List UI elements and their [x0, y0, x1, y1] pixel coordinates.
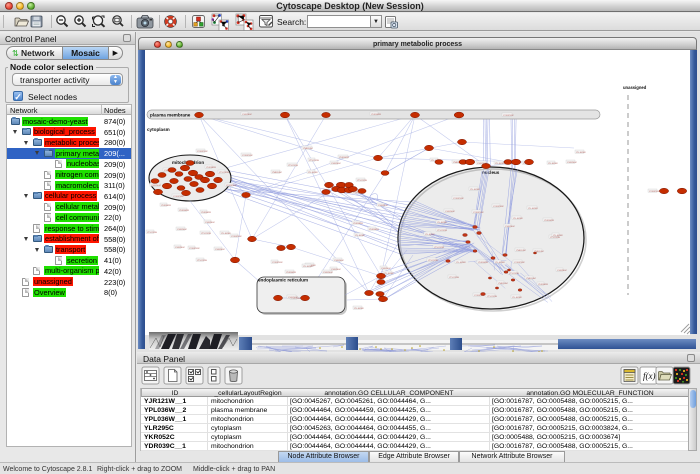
svg-text:YPL220W: YPL220W — [219, 172, 230, 174]
svg-text:YDR342R: YDR342R — [339, 157, 349, 159]
svg-text:YGR240C: YGR240C — [334, 260, 344, 262]
svg-text:YLL045W: YLL045W — [495, 262, 506, 264]
svg-text:YGR240C: YGR240C — [323, 272, 333, 274]
svg-text:YLL045W: YLL045W — [437, 222, 448, 224]
svg-text:YGR240C: YGR240C — [557, 270, 567, 272]
svg-text:YDR342R: YDR342R — [544, 220, 554, 222]
svg-text:YLL045W: YLL045W — [576, 152, 587, 154]
svg-text:YLL045W: YLL045W — [553, 235, 564, 237]
svg-text:YPL220W: YPL220W — [309, 160, 320, 162]
svg-text:YOR374W: YOR374W — [231, 236, 242, 238]
svg-text:YDR342R: YDR342R — [538, 284, 548, 286]
svg-text:YMR105C: YMR105C — [303, 148, 314, 150]
svg-text:YGR240C: YGR240C — [151, 185, 161, 187]
svg-text:YGR240C: YGR240C — [331, 269, 341, 271]
svg-text:YOR374W: YOR374W — [272, 262, 283, 264]
svg-text:YOR374W: YOR374W — [514, 262, 525, 264]
svg-text:YPL220W: YPL220W — [428, 260, 439, 262]
svg-text:YOR374W: YOR374W — [189, 248, 200, 250]
svg-text:YPL220W: YPL220W — [449, 277, 460, 279]
svg-text:YOR374W: YOR374W — [503, 115, 514, 117]
svg-text:YDR342R: YDR342R — [206, 167, 216, 169]
svg-text:YGR240C: YGR240C — [505, 226, 515, 228]
svg-text:cytoplasm: cytoplasm — [147, 127, 170, 132]
svg-text:YGR240C: YGR240C — [378, 205, 388, 207]
svg-text:YOR374W: YOR374W — [242, 155, 253, 157]
svg-text:YPL220W: YPL220W — [550, 237, 561, 239]
svg-text:YLL045W: YLL045W — [354, 308, 365, 310]
svg-text:YLL045W: YLL045W — [456, 262, 467, 264]
svg-text:YMR105C: YMR105C — [516, 250, 527, 252]
svg-text:YLL045W: YLL045W — [528, 208, 539, 210]
svg-text:YLL045W: YLL045W — [355, 235, 366, 237]
svg-text:YPL220W: YPL220W — [197, 260, 208, 262]
svg-text:YDR342R: YDR342R — [478, 262, 488, 264]
svg-text:YLL045W: YLL045W — [512, 297, 523, 299]
svg-text:YPL220W: YPL220W — [487, 296, 498, 298]
svg-text:YPL220W: YPL220W — [357, 180, 368, 182]
svg-text:YLL045W: YLL045W — [384, 273, 395, 275]
svg-text:YLL045W: YLL045W — [495, 163, 506, 165]
svg-text:YGR240C: YGR240C — [381, 268, 391, 270]
svg-text:YLL045W: YLL045W — [221, 233, 232, 235]
svg-text:YDR342R: YDR342R — [161, 205, 171, 207]
svg-text:YOR374W: YOR374W — [197, 151, 208, 153]
svg-text:YMR105C: YMR105C — [272, 172, 283, 174]
svg-text:YDR342R: YDR342R — [201, 212, 211, 214]
svg-text:YOR374W: YOR374W — [453, 198, 464, 200]
svg-text:YOR374W: YOR374W — [473, 212, 484, 214]
svg-text:YOR374W: YOR374W — [649, 191, 660, 193]
svg-text:YPL220W: YPL220W — [434, 247, 445, 249]
svg-text:YOR374W: YOR374W — [493, 206, 504, 208]
svg-text:YGR240C: YGR240C — [205, 222, 215, 224]
svg-text:YMR105C: YMR105C — [526, 278, 537, 280]
svg-text:f(x): f(x) — [643, 371, 656, 381]
svg-text:YGR240C: YGR240C — [445, 211, 455, 213]
svg-text:YPL220W: YPL220W — [201, 233, 212, 235]
svg-text:YPL220W: YPL220W — [437, 230, 448, 232]
svg-text:YLL045W: YLL045W — [425, 234, 436, 236]
svg-text:YOR374W: YOR374W — [173, 196, 184, 198]
svg-text:YGR240C: YGR240C — [567, 162, 577, 164]
svg-text:YLL045W: YLL045W — [308, 172, 319, 174]
svg-text:YDR342R: YDR342R — [369, 229, 379, 231]
svg-text:plasma membrane: plasma membrane — [150, 113, 191, 118]
svg-text:endoplasmic reticulum: endoplasmic reticulum — [258, 278, 308, 283]
svg-text:YPL220W: YPL220W — [288, 165, 299, 167]
svg-text:YOR374W: YOR374W — [226, 185, 237, 187]
svg-text:YPL220W: YPL220W — [147, 232, 158, 234]
svg-text:YGR240C: YGR240C — [242, 114, 252, 116]
svg-text:YDR342R: YDR342R — [371, 114, 381, 116]
svg-text:YGR240C: YGR240C — [175, 247, 185, 249]
svg-text:YGR240C: YGR240C — [288, 297, 298, 299]
svg-text:YLL045W: YLL045W — [303, 266, 314, 268]
svg-text:YDR342R: YDR342R — [353, 223, 363, 225]
svg-text:YLL045W: YLL045W — [548, 163, 559, 165]
svg-text:YDR342R: YDR342R — [286, 272, 296, 274]
svg-text:YGR240C: YGR240C — [177, 229, 187, 231]
svg-text:YPL220W: YPL220W — [509, 273, 520, 275]
svg-text:YDR342R: YDR342R — [179, 210, 189, 212]
svg-text:YGR240C: YGR240C — [331, 163, 341, 165]
svg-text:unassigned: unassigned — [623, 85, 647, 90]
svg-text:YLL045W: YLL045W — [513, 218, 524, 220]
svg-text:YGR240C: YGR240C — [215, 249, 225, 251]
svg-text:YLL045W: YLL045W — [470, 189, 481, 191]
svg-text:YMR105C: YMR105C — [498, 283, 509, 285]
